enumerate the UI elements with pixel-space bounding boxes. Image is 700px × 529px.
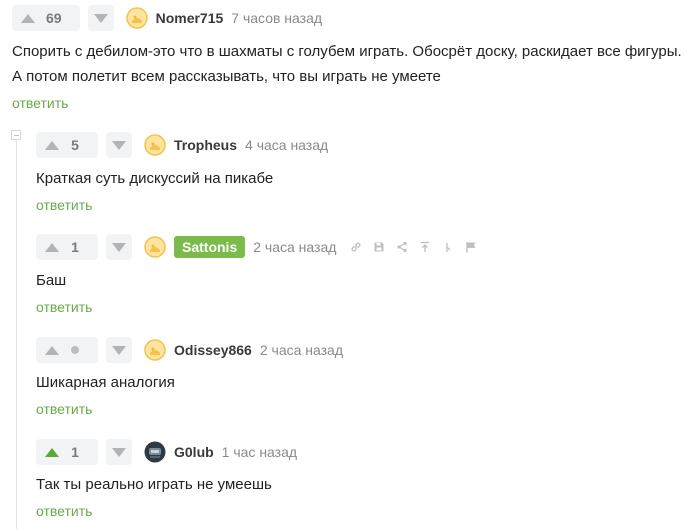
comment-text: Краткая суть дискуссий на пикабе <box>36 170 274 187</box>
comment-header: 1 G0lub 1 час назад <box>36 439 297 465</box>
save-icon[interactable] <box>371 239 387 255</box>
comment-tree-line <box>16 140 17 529</box>
arrow-down-icon[interactable] <box>106 234 132 260</box>
vote-box <box>36 337 98 363</box>
comment-text: Баш <box>36 272 67 289</box>
arrow-up-icon[interactable] <box>44 342 60 358</box>
avatar[interactable] <box>144 236 166 258</box>
vote-box: 1 <box>36 439 98 465</box>
vote-box: 1 <box>36 234 98 260</box>
vote-hidden-dot <box>71 346 79 354</box>
vote-box: 5 <box>36 132 98 158</box>
comment-text: Спорить с дебилом-это что в шахматы с го… <box>12 43 682 85</box>
share-icon[interactable] <box>394 239 410 255</box>
pin-top-icon[interactable] <box>417 239 433 255</box>
comment-header: Odissey866 2 часа назад <box>36 337 343 363</box>
arrow-down-icon[interactable] <box>106 132 132 158</box>
vote-count: 69 <box>46 10 62 26</box>
comment-time[interactable]: 2 часа назад <box>253 239 336 255</box>
comment-header: 1 Sattonis 2 часа назад <box>36 234 486 260</box>
vote-count: 1 <box>71 444 79 460</box>
comment-tools <box>348 239 486 255</box>
link-icon[interactable] <box>348 239 364 255</box>
author-name[interactable]: Nomer715 <box>156 10 224 26</box>
arrow-down-icon[interactable] <box>87 5 114 31</box>
collapse-thread-toggle[interactable] <box>11 130 21 140</box>
comment-time[interactable]: 4 часа назад <box>245 137 328 153</box>
author-name[interactable]: Tropheus <box>174 137 237 153</box>
avatar[interactable] <box>144 134 166 156</box>
avatar[interactable] <box>144 339 166 361</box>
comment-time[interactable]: 1 час назад <box>222 444 297 460</box>
author-name[interactable]: G0lub <box>174 444 214 460</box>
vote-box: 69 <box>12 5 80 31</box>
author-name[interactable]: Odissey866 <box>174 342 252 358</box>
author-name-highlighted[interactable]: Sattonis <box>174 236 246 258</box>
arrow-up-icon[interactable] <box>20 10 36 26</box>
vote-count: 5 <box>71 137 79 153</box>
reply-link[interactable]: ответить <box>36 503 92 519</box>
branch-icon[interactable] <box>440 239 456 255</box>
avatar[interactable] <box>144 441 166 463</box>
comment-time[interactable]: 2 часа назад <box>260 342 343 358</box>
vote-count: 1 <box>71 239 79 255</box>
reply-link[interactable]: ответить <box>12 95 68 111</box>
arrow-up-icon[interactable] <box>44 137 60 153</box>
reply-link[interactable]: ответить <box>36 401 92 417</box>
comment-time[interactable]: 7 часов назад <box>231 10 322 26</box>
arrow-down-icon[interactable] <box>106 439 132 465</box>
comment-header: 69 Nomer715 7 часов назад <box>12 5 322 31</box>
comment-text: Шикарная аналогия <box>36 374 175 391</box>
arrow-down-icon[interactable] <box>106 337 132 363</box>
flag-icon[interactable] <box>463 239 479 255</box>
comment-header: 5 Tropheus 4 часа назад <box>36 132 328 158</box>
reply-link[interactable]: ответить <box>36 299 92 315</box>
arrow-up-icon[interactable] <box>44 444 60 460</box>
arrow-up-icon[interactable] <box>44 239 60 255</box>
comment-text: Так ты реально играть не умеешь <box>36 476 272 493</box>
reply-link[interactable]: ответить <box>36 197 92 213</box>
avatar[interactable] <box>125 7 148 29</box>
